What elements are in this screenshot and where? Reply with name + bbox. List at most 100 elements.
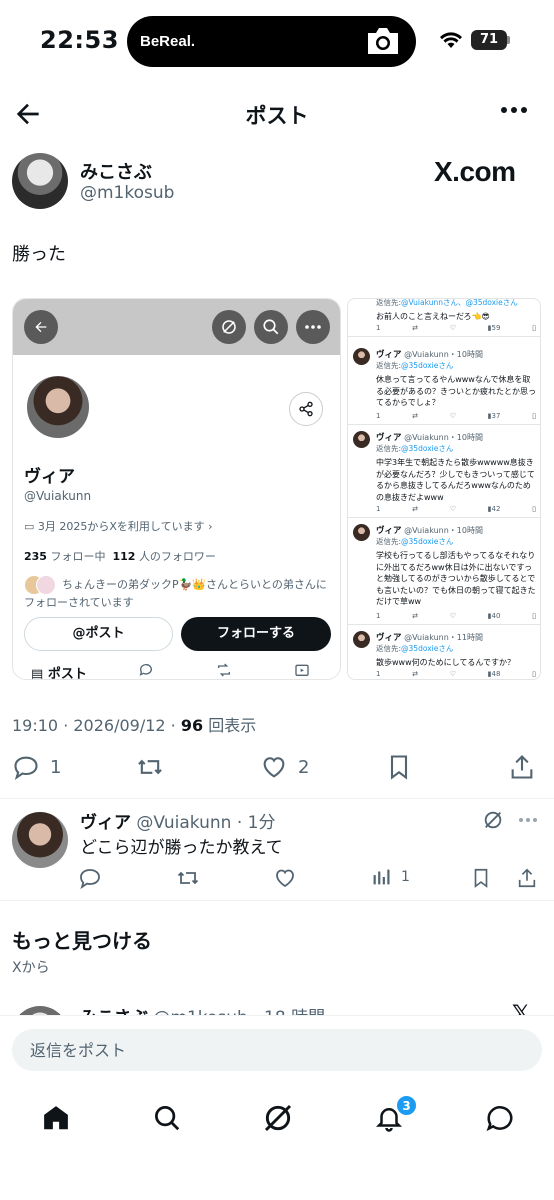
heart-icon: ♡ (449, 505, 456, 513)
ss-followed-by: ちょんきーの弟ダックP🦆👑さんとらいとの弟さんにフォローされています (24, 575, 336, 610)
xcom-logo: X.com (434, 156, 516, 187)
ss-reply-to-handles: @Vuiakunnさん、@35doxieさん (401, 298, 518, 307)
repost-icon: ⇄ (412, 505, 419, 513)
divider (0, 798, 554, 799)
ss-reply-to: 返信先:@35doxieさん (376, 360, 538, 371)
ss-profile-name: ヴィア (24, 467, 75, 487)
like-button[interactable]: 2 (260, 753, 309, 781)
repost-icon (177, 871, 199, 885)
grok-icon[interactable] (482, 809, 504, 831)
ss-share-icon (289, 392, 323, 426)
ss-reply-to: 返信先:@35doxieさん (376, 536, 538, 547)
ss-reply-to: 返信先:@Vuiakunnさん、@35doxieさん (376, 298, 538, 308)
reply-like-button[interactable] (273, 866, 297, 890)
ss-reply-views: 59 (491, 324, 501, 332)
ss-reply-count: 1 (376, 412, 381, 420)
reply-views-button[interactable]: 1 (371, 866, 410, 888)
repost-icon (138, 759, 162, 775)
reply-view-count: 1 (401, 869, 410, 885)
ss-reply-count: 1 (376, 670, 381, 678)
ss-reply-views: 37 (491, 412, 501, 420)
ss-reply-to-handles: @35doxieさん (401, 644, 454, 653)
reply-count: 1 (50, 756, 62, 778)
ss-reply-count: 1 (376, 505, 381, 513)
reply-composer-input[interactable] (12, 1029, 542, 1071)
nav-home[interactable] (36, 1098, 76, 1138)
reply-bookmark-button[interactable] (470, 866, 492, 890)
ss-profile-avatar (24, 373, 92, 441)
bookmark-icon (390, 755, 408, 780)
media-image-replies[interactable]: 返信先:@Vuiakunnさん、@35doxieさん お前人のこと言えねーだろ👈… (347, 298, 541, 680)
post-text: 勝った (12, 244, 66, 265)
views-icon: ▮59 (487, 324, 501, 332)
profile-banner (13, 299, 340, 355)
views-icon: ▮40 (487, 612, 501, 620)
notification-badge: 3 (396, 1095, 417, 1116)
ss-reply-views: 40 (491, 612, 501, 620)
ss-reply-name: ヴィア (376, 433, 402, 443)
reply-author-name[interactable]: ヴィア (80, 813, 131, 833)
view-count: 96 (180, 716, 204, 735)
reply-more-button[interactable] (518, 817, 538, 823)
ss-followed-by-text: ちょんきーの弟ダックP🦆👑さんとらいとの弟さんにフォローされています (24, 578, 327, 609)
bookmark-icon: ▯ (532, 412, 536, 420)
reply-share-button[interactable] (516, 866, 538, 890)
heart-icon: ♡ (449, 670, 456, 678)
share-icon (511, 755, 533, 779)
bookmark-button[interactable] (385, 753, 413, 781)
page-title: ポスト (245, 104, 309, 128)
views-icon: ▮37 (487, 412, 501, 420)
ss-followers-count: 112 (112, 550, 136, 563)
reply-handle-time[interactable]: @Vuiakunn · 1分 (136, 813, 275, 833)
ss-profile-handle: @Vuiakunn (24, 489, 92, 503)
reply-button[interactable]: 1 (12, 753, 61, 781)
author-avatar[interactable] (12, 153, 68, 209)
ss-reply-to-handles: @35doxieさん (401, 361, 454, 370)
bookmark-icon (474, 868, 488, 888)
bookmark-icon: ▯ (532, 670, 536, 678)
ss-tab-posts-label: ポスト (47, 667, 87, 680)
heart-icon (263, 757, 285, 778)
heart-icon: ♡ (449, 324, 456, 332)
views-icon (373, 869, 390, 885)
heart-icon (276, 869, 294, 888)
author-handle[interactable]: @m1kosub (80, 183, 174, 203)
nav-messages[interactable] (480, 1098, 520, 1138)
heart-icon: ♡ (449, 612, 456, 620)
more-options-button[interactable] (500, 104, 528, 116)
repost-icon: ⇄ (412, 412, 419, 420)
camera-icon (364, 25, 402, 57)
reply-header: ヴィア @Vuiakunn · 1分 (80, 808, 275, 833)
ss-reply-to-handles: @35doxieさん (401, 537, 454, 546)
ss-reply-body: 中学3年生で朝起きたら散歩wwwww息抜きが必要なんだろ？少しでもきついって感じ… (376, 458, 535, 502)
ss-reply-name: ヴィア (376, 350, 402, 360)
media-image-profile[interactable]: ヴィア @Vuiakunn ▭ 3月 2025からXを利用しています › 235… (12, 298, 341, 680)
ss-reply-to: 返信先:@35doxieさん (376, 643, 538, 654)
share-button[interactable] (508, 753, 536, 781)
ss-search-icon (254, 310, 288, 344)
ss-reply-views: 48 (491, 670, 501, 678)
ss-reply-name: ヴィア (376, 633, 402, 643)
ss-reply-actions: 1 ⇄ ♡ ▮40 ▯ (376, 612, 536, 620)
reply-reply-button[interactable] (78, 866, 102, 890)
reply-text: どこら辺が勝ったか教えて (80, 838, 283, 858)
author-name[interactable]: みこさぶ (80, 158, 152, 184)
post-media[interactable]: ヴィア @Vuiakunn ▭ 3月 2025からXを利用しています › 235… (12, 298, 541, 680)
discover-title: もっと見つける (12, 929, 152, 953)
home-icon (44, 1106, 68, 1130)
repost-button[interactable] (135, 753, 175, 781)
discover-subtitle: Xから (12, 960, 50, 976)
nav-grok[interactable] (258, 1098, 298, 1138)
post-time-date: 19:10 · 2026/09/12 · (12, 716, 181, 735)
ss-follow-button: フォローする (181, 617, 331, 651)
ss-reply-count: 1 (376, 324, 381, 332)
bookmark-icon: ▯ (532, 612, 536, 620)
reply-repost-button[interactable] (175, 866, 201, 890)
reply-avatar[interactable] (12, 812, 68, 868)
nav-search[interactable] (147, 1098, 187, 1138)
repost-icon: ⇄ (412, 670, 419, 678)
ss-joined-text: 3月 2025からXを利用しています (37, 520, 205, 533)
post-timestamp: 19:10 · 2026/09/12 · 96 回表示 (12, 712, 256, 736)
ss-reply-item: ヴィア @Vuiakunn・11時間 返信先:@35doxieさん 散歩www何… (348, 626, 540, 679)
ss-reply-count: 1 (376, 612, 381, 620)
